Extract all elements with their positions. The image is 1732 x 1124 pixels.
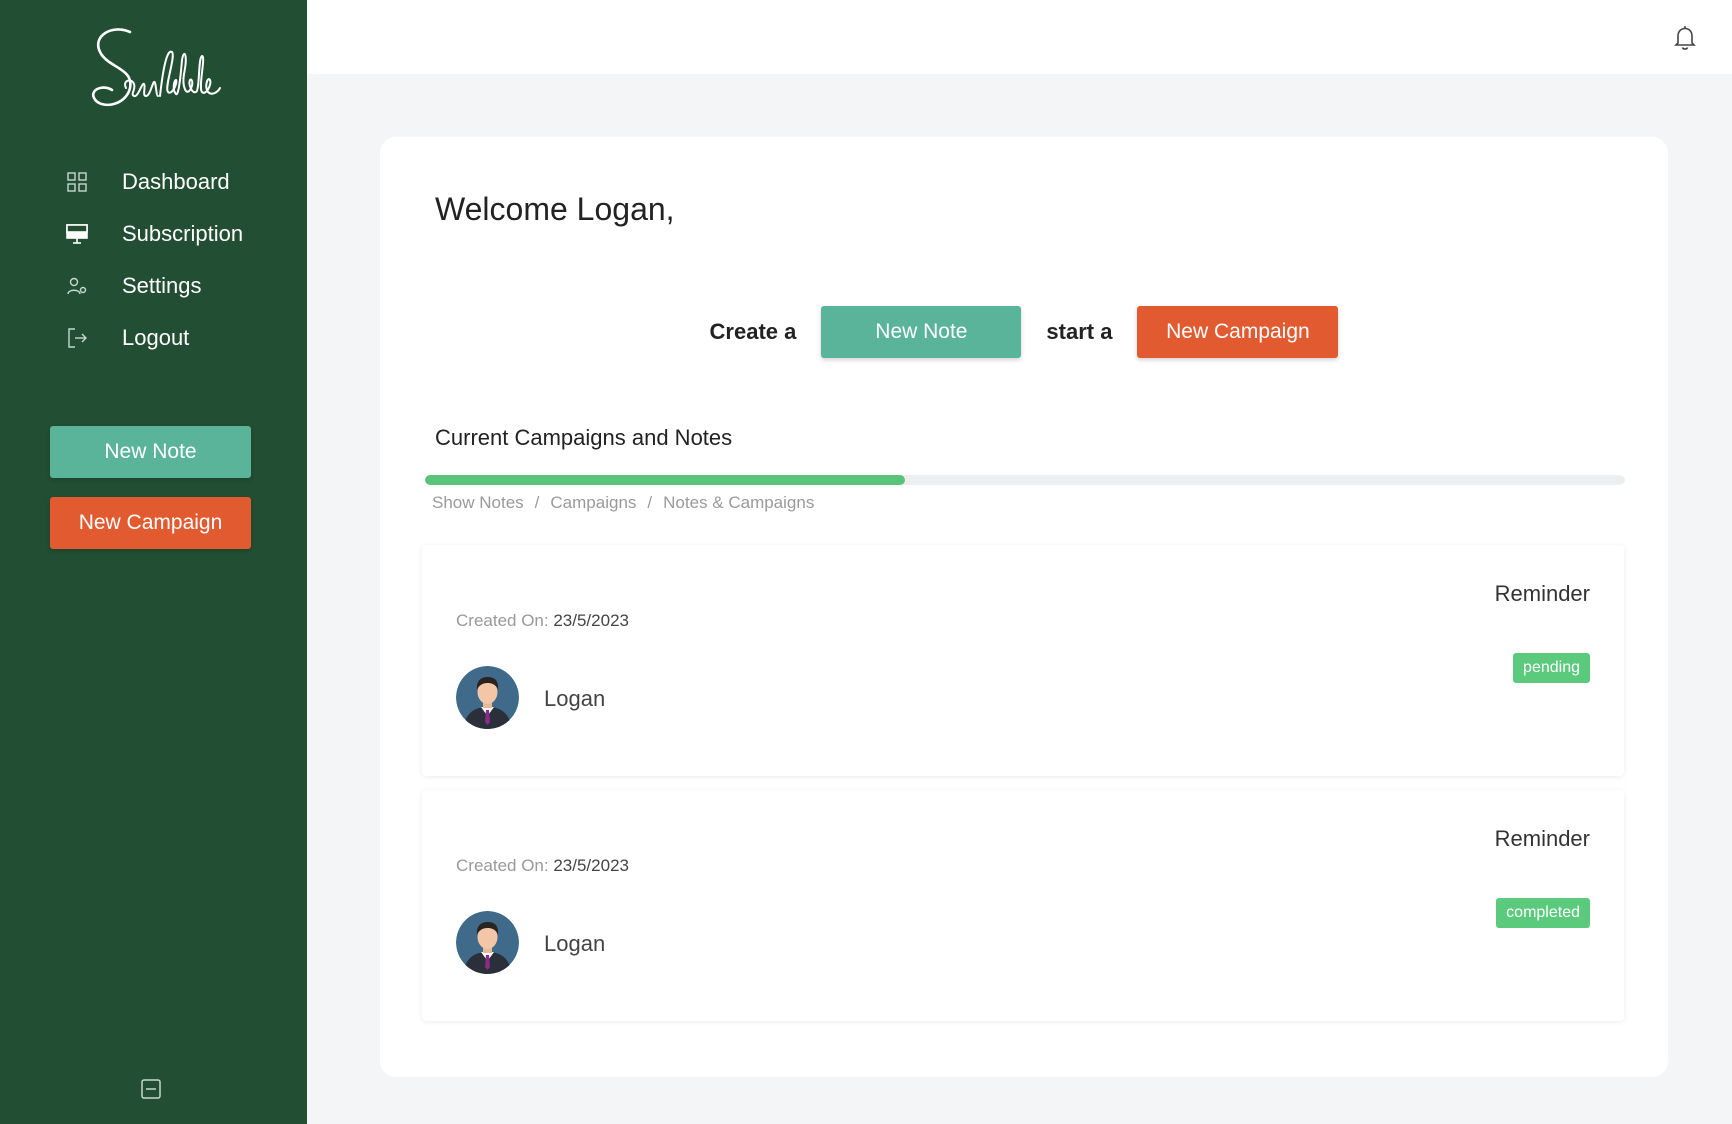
collapse-icon[interactable] — [140, 1078, 162, 1100]
cta-row: Create a New Note start a New Campaign — [380, 306, 1668, 358]
user-settings-icon — [64, 273, 90, 299]
avatar — [456, 666, 519, 729]
cta-start-text: start a — [1046, 319, 1113, 344]
main-card: Welcome Logan, Create a New Note start a… — [380, 137, 1668, 1077]
tab-campaigns[interactable]: Campaigns — [550, 493, 636, 513]
status-badge: completed — [1496, 898, 1590, 928]
filter-tabs: Show Notes / Campaigns / Notes & Campaig… — [432, 493, 814, 513]
sidebar-item-label: Settings — [122, 273, 202, 298]
created-date: 23/5/2023 — [553, 611, 629, 630]
monitor-icon — [64, 221, 90, 247]
tab-show-notes[interactable]: Show Notes — [432, 493, 524, 513]
user-name: Logan — [544, 686, 606, 711]
entry-type: Reminder — [1494, 826, 1590, 851]
status-badge: pending — [1513, 653, 1590, 683]
tab-progress-fill — [425, 475, 905, 485]
sidebar-nav: Dashboard Subscription Settings Logout — [0, 156, 307, 364]
created-date: 23/5/2023 — [553, 856, 629, 875]
bell-icon[interactable] — [1672, 24, 1698, 52]
sidebar-item-label: Logout — [122, 325, 190, 350]
sidebar-new-note-button[interactable]: New Note — [50, 426, 251, 478]
sidebar-item-logout[interactable]: Logout — [0, 312, 307, 364]
sidebar-item-label: Dashboard — [122, 169, 230, 194]
sidebar-item-subscription[interactable]: Subscription — [0, 208, 307, 260]
sidebar-item-label: Subscription — [122, 221, 244, 246]
cta-create-text: Create a — [709, 319, 797, 344]
tab-progress-bar — [425, 475, 1625, 485]
entry-type: Reminder — [1494, 581, 1590, 606]
tab-separator: / — [534, 493, 540, 512]
created-on: Created On: 23/5/2023 — [456, 856, 629, 876]
scribble-logo-mark — [91, 28, 221, 107]
top-bar — [307, 0, 1732, 74]
new-campaign-button[interactable]: New Campaign — [1137, 306, 1339, 358]
tab-separator: / — [647, 493, 653, 512]
tab-notes-campaigns[interactable]: Notes & Campaigns — [663, 493, 814, 513]
avatar — [456, 911, 519, 974]
scribble-logo[interactable] — [82, 18, 222, 118]
user-name: Logan — [544, 931, 606, 956]
created-on: Created On: 23/5/2023 — [456, 611, 629, 631]
dashboard-grid-icon — [64, 169, 90, 195]
created-label: Created On: — [456, 856, 549, 875]
section-title: Current Campaigns and Notes — [435, 425, 733, 450]
entry-card[interactable]: Created On: 23/5/2023 Logan Reminder pen… — [422, 545, 1624, 776]
sidebar-item-dashboard[interactable]: Dashboard — [0, 156, 307, 208]
page-title: Welcome Logan, — [435, 191, 675, 227]
created-label: Created On: — [456, 611, 549, 630]
entry-card[interactable]: Created On: 23/5/2023 Logan Reminder com… — [422, 790, 1624, 1021]
sidebar-new-campaign-button[interactable]: New Campaign — [50, 497, 251, 549]
logout-icon — [64, 325, 90, 351]
new-note-button[interactable]: New Note — [821, 306, 1022, 358]
sidebar: Dashboard Subscription Settings Logout N… — [0, 0, 307, 1124]
sidebar-item-settings[interactable]: Settings — [0, 260, 307, 312]
